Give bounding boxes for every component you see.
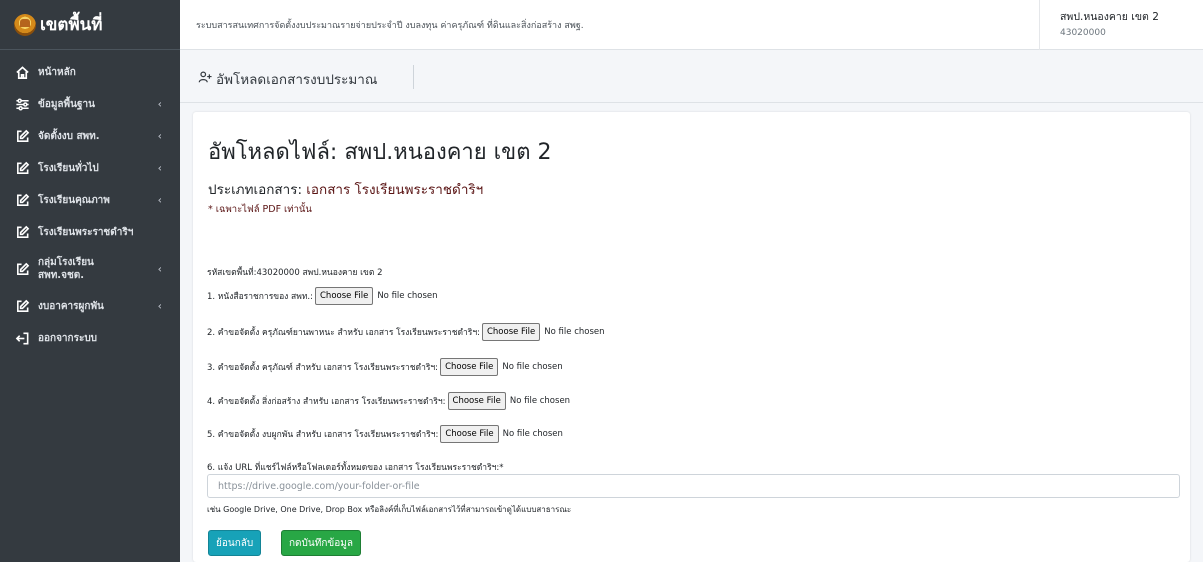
sidebar-item-label: โรงเรียนคุณภาพ xyxy=(38,194,110,206)
brand[interactable]: เขตพื้นที่ xyxy=(0,0,180,50)
sidebar-item-royal-schools[interactable]: โรงเรียนพระราชดำริฯ xyxy=(0,216,180,248)
sidebar-item-building-commitments[interactable]: งบอาคารผูกพัน ‹ xyxy=(0,290,180,322)
user-name: สพป.หนองคาย เขต 2 xyxy=(1060,11,1159,23)
edit-icon xyxy=(14,261,30,277)
upload-row-construction: 4. คำขอจัดตั้ง สิ่งก่อสร้าง สำหรับ เอกสา… xyxy=(207,392,570,410)
sidebar-item-logout[interactable]: ออกจากระบบ xyxy=(0,322,180,354)
upload-row-equipment: 3. คำขอจัดตั้ง ครุภัณฑ์ สำหรับ เอกสาร โร… xyxy=(207,358,563,376)
sidebar-item-label: ออกจากระบบ xyxy=(38,332,98,344)
edit-icon xyxy=(14,224,30,240)
content-header: อัพโหลดเอกสารงบประมาณ xyxy=(180,50,1203,103)
brand-title: เขตพื้นที่ xyxy=(40,15,103,35)
sidebar-item-home[interactable]: หน้าหลัก xyxy=(0,56,180,88)
choose-file-button[interactable]: Choose File xyxy=(440,358,499,376)
page-header-title: อัพโหลดเอกสารงบประมาณ xyxy=(216,72,378,88)
chevron-left-icon: ‹ xyxy=(157,299,162,313)
chevron-left-icon: ‹ xyxy=(157,193,162,207)
sidebar-item-label: กลุ่มโรงเรียน สพท.จชต. xyxy=(38,256,94,282)
url-help-text: เช่น Google Drive, One Drive, Drop Box ห… xyxy=(207,505,572,514)
choose-file-button[interactable]: Choose File xyxy=(315,287,374,305)
sidebar-item-label: งบอาคารผูกพัน xyxy=(38,300,104,312)
logout-icon xyxy=(14,330,30,346)
file-status: No file chosen xyxy=(502,362,563,372)
document-type-label: ประเภทเอกสาร: xyxy=(208,182,307,198)
upload-label: 4. คำขอจัดตั้ง สิ่งก่อสร้าง สำหรับ เอกสา… xyxy=(207,397,446,407)
header-divider xyxy=(413,65,414,89)
sidebar-item-label: โรงเรียนพระราชดำริฯ xyxy=(38,226,134,238)
user-code: 43020000 xyxy=(1060,28,1106,38)
sidebar-item-budget-setup[interactable]: จัดตั้งงบ สพท. ‹ xyxy=(0,120,180,152)
upload-row-commitment: 5. คำขอจัดตั้ง งบผูกพัน สำหรับ เอกสาร โร… xyxy=(207,425,563,443)
user-menu[interactable]: สพป.หนองคาย เขต 2 43020000 xyxy=(1039,0,1203,50)
pdf-only-note: * เฉพาะไฟล์ PDF เท่านั้น xyxy=(208,204,312,215)
upload-row-official-letter: 1. หนังสือราชการของ สพท.: Choose File No… xyxy=(207,287,438,305)
document-type: ประเภทเอกสาร: เอกสาร โรงเรียนพระราชดำริฯ xyxy=(208,178,483,200)
file-status: No file chosen xyxy=(377,291,438,301)
system-title: ระบบสารสนเทศการจัดตั้งงบประมาณรายจ่ายประ… xyxy=(196,21,584,31)
logo-icon xyxy=(14,13,36,36)
file-status: No file chosen xyxy=(502,429,563,439)
choose-file-button[interactable]: Choose File xyxy=(481,323,541,341)
sidebar-item-label-line: สพท.จชต. xyxy=(38,270,85,281)
sidebar-item-general-schools[interactable]: โรงเรียนทั่วไป ‹ xyxy=(0,152,180,184)
back-button[interactable]: ย้อนกลับ xyxy=(208,530,262,556)
page-title: อัพโหลดไฟล์: สพป.หนองคาย เขต 2 xyxy=(208,140,552,165)
upload-card: อัพโหลดไฟล์: สพป.หนองคาย เขต 2 ประเภทเอก… xyxy=(193,112,1190,562)
edit-icon xyxy=(14,192,30,208)
sidebar-item-label: ข้อมูลพื้นฐาน xyxy=(38,98,95,110)
upload-label: 5. คำขอจัดตั้ง งบผูกพัน สำหรับ เอกสาร โร… xyxy=(207,430,439,440)
sidebar-item-label-line: กลุ่มโรงเรียน xyxy=(38,257,94,268)
edit-icon xyxy=(14,128,30,144)
sliders-icon xyxy=(14,96,30,112)
file-status: No file chosen xyxy=(509,396,571,406)
upload-label: 2. คำขอจัดตั้ง ครุภัณฑ์ยานพาหนะ สำหรับ เ… xyxy=(207,328,480,338)
document-type-name: เอกสาร โรงเรียนพระราชดำริฯ xyxy=(306,182,484,198)
sidebar: เขตพื้นที่ หน้าหลัก ข้อมูลพื้นฐาน ‹ จัดต… xyxy=(0,0,180,562)
topbar: ระบบสารสนเทศการจัดตั้งงบประมาณรายจ่ายประ… xyxy=(180,0,1203,50)
sidebar-item-quality-schools[interactable]: โรงเรียนคุณภาพ ‹ xyxy=(0,184,180,216)
upload-label: 1. หนังสือราชการของ สพท.: xyxy=(207,292,313,302)
user-plus-icon xyxy=(198,69,212,83)
sidebar-menu: หน้าหลัก ข้อมูลพื้นฐาน ‹ จัดตั้งงบ สพท. … xyxy=(0,50,180,354)
chevron-left-icon: ‹ xyxy=(157,161,162,175)
area-code: รหัสเขตพื้นที่:43020000 สพป.หนองคาย เขต … xyxy=(207,268,383,278)
save-button[interactable]: กดบันทึกข้อมูล xyxy=(281,530,361,556)
url-label: 6. แจ้ง URL ที่แชร์ไฟล์หรือโฟลเดอร์ทั้งห… xyxy=(207,463,504,473)
chevron-left-icon: ‹ xyxy=(157,97,162,111)
choose-file-button[interactable]: Choose File xyxy=(440,425,499,443)
upload-label: 3. คำขอจัดตั้ง ครุภัณฑ์ สำหรับ เอกสาร โร… xyxy=(207,363,439,373)
chevron-left-icon: ‹ xyxy=(157,129,162,143)
sidebar-item-school-groups[interactable]: กลุ่มโรงเรียน สพท.จชต. ‹ xyxy=(0,248,180,290)
sidebar-item-label: โรงเรียนทั่วไป xyxy=(38,162,99,174)
sidebar-item-basic-data[interactable]: ข้อมูลพื้นฐาน ‹ xyxy=(0,88,180,120)
sidebar-item-label: จัดตั้งงบ สพท. xyxy=(38,130,100,142)
choose-file-button[interactable]: Choose File xyxy=(447,392,506,410)
edit-icon xyxy=(14,298,30,314)
home-icon xyxy=(14,64,30,80)
share-url-input[interactable] xyxy=(207,474,1180,498)
sidebar-item-label: หน้าหลัก xyxy=(38,66,76,78)
chevron-left-icon: ‹ xyxy=(157,262,162,276)
file-status: No file chosen xyxy=(544,327,605,337)
upload-row-vehicle: 2. คำขอจัดตั้ง ครุภัณฑ์ยานพาหนะ สำหรับ เ… xyxy=(207,323,605,341)
edit-icon xyxy=(14,160,30,176)
